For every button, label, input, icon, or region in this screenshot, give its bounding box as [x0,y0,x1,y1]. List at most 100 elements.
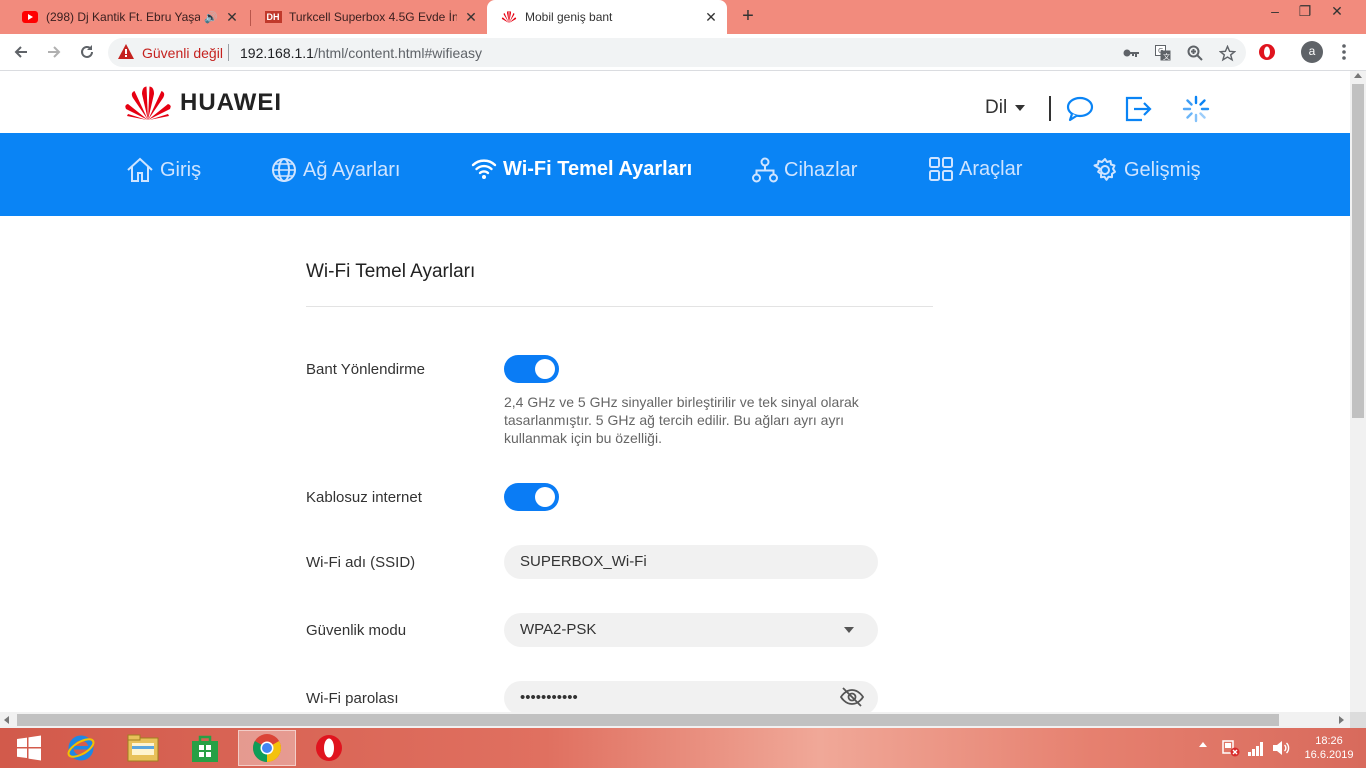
loading-spinner-icon [1182,95,1210,128]
huawei-flower-icon [125,86,171,120]
hide-password-icon[interactable] [839,687,865,711]
scrollbar-corner [1350,712,1366,728]
nav-ag-ayarlari[interactable]: Ağ Ayarları [271,157,400,183]
wireless-internet-toggle[interactable] [504,483,559,511]
home-icon [127,157,153,182]
chrome-icon [253,734,281,762]
security-mode-label: Güvenlik modu [306,622,407,639]
huawei-icon [501,9,517,25]
chat-icon[interactable] [1066,96,1094,127]
volume-icon[interactable] [1272,740,1290,761]
opera-button[interactable] [300,730,358,766]
header-divider [1049,96,1051,121]
logout-icon[interactable] [1124,96,1152,127]
nav-label: Cihazlar [784,158,858,181]
tab-title: Mobil geniş bant [525,10,613,24]
huawei-logo[interactable]: HUAWEI [124,85,282,121]
nav-label: Wi-Fi Temel Ayarları [503,157,693,180]
windows-taskbar: 18:26 16.6.2019 [0,728,1366,768]
svg-text:文: 文 [1163,52,1170,61]
internet-explorer-icon [67,735,95,761]
show-hidden-icons-icon[interactable] [1199,742,1207,747]
minimize-button[interactable]: – [1260,0,1290,22]
url-text[interactable]: 192.168.1.1/html/content.html#wifieasy [240,45,482,61]
wifi-password-input[interactable]: ••••••••••• [504,681,878,712]
band-steering-toggle[interactable] [504,355,559,383]
nav-gelismis[interactable]: Gelişmiş [1092,157,1201,183]
caret-down-icon [1015,104,1026,111]
ssid-input[interactable]: SUPERBOX_Wi-Fi [504,545,878,579]
profile-avatar[interactable]: a [1300,40,1324,64]
clock-date: 16.6.2019 [1304,749,1354,761]
devices-icon [752,157,778,183]
vertical-scrollbar[interactable] [1350,71,1366,712]
wireless-internet-label: Kablosuz internet [306,489,422,506]
avatar-initial: a [1301,41,1323,63]
wifi-password-label: Wi-Fi parolası [306,690,399,707]
band-steering-description: 2,4 GHz ve 5 GHz sinyaller birleştirilir… [504,394,859,446]
security-label[interactable]: Güvenli değil [142,45,223,61]
network-status-icon[interactable] [1222,739,1240,762]
scroll-right-arrow-icon[interactable] [1339,716,1344,724]
forward-arrow-icon [48,46,61,58]
security-mode-select[interactable]: WPA2-PSK [504,613,878,647]
chrome-button[interactable] [238,730,296,766]
address-bar[interactable]: Güvenli değil 192.168.1.1/html/content.h… [108,38,1246,67]
wifi-password-value: ••••••••••• [520,689,578,706]
bookmark-star-icon[interactable] [1218,44,1236,62]
omnibox-divider [228,44,229,61]
key-icon[interactable] [1122,44,1140,62]
nav-araclar[interactable]: Araçlar [929,157,1022,181]
menu-icon[interactable] [1332,40,1356,64]
title-divider [306,306,933,307]
language-dropdown[interactable]: Dil [985,97,1026,119]
horizontal-scroll-thumb[interactable] [17,714,1279,726]
horizontal-scrollbar[interactable] [0,712,1350,728]
close-tab-icon[interactable]: ✕ [463,9,479,25]
signal-strength-icon[interactable] [1247,740,1265,761]
translate-icon[interactable]: G文 [1154,44,1172,62]
back-arrow-icon [14,46,27,58]
close-tab-icon[interactable]: ✕ [703,9,719,25]
forward-button[interactable] [42,40,66,64]
opera-extension-icon[interactable] [1255,40,1279,64]
toggle-knob [535,359,555,379]
new-tab-button[interactable]: + [737,6,759,28]
nav-cihazlar[interactable]: Cihazlar [752,157,857,183]
close-window-button[interactable]: ✕ [1322,0,1352,22]
band-steering-label: Bant Yönlendirme [306,361,425,378]
folder-icon [127,734,159,762]
brand-wordmark: HUAWEI [180,89,282,116]
system-clock[interactable]: 18:26 16.6.2019 [1296,734,1362,762]
vertical-scroll-thumb[interactable] [1352,84,1364,418]
page-viewport: HUAWEI Dil Giriş Ağ Ayarları Wi-Fi Temel… [0,71,1350,712]
reload-button[interactable] [75,40,99,64]
file-explorer-button[interactable] [114,730,172,766]
scroll-up-arrow-icon[interactable] [1354,73,1362,78]
speaker-icon[interactable]: 🔊 [204,11,218,24]
maximize-button[interactable]: ❐ [1290,0,1320,22]
nav-label: Ağ Ayarları [303,158,401,181]
tab-youtube[interactable]: (298) Dj Kantik Ft. Ebru Yaşar 🔊 ✕ [8,0,248,34]
nav-wifi-temel-ayarlari[interactable]: Wi-Fi Temel Ayarları [471,157,692,181]
opera-icon [316,735,342,761]
store-button[interactable] [176,730,234,766]
tab-turkcell[interactable]: DH Turkcell Superbox 4.5G Evde İnte ✕ [251,0,487,34]
clock-time: 18:26 [1315,735,1343,747]
tools-icon [929,157,953,181]
internet-explorer-button[interactable] [52,730,110,766]
start-button[interactable] [0,730,58,766]
page-title: Wi-Fi Temel Ayarları [306,261,476,282]
tab-mobil-genis-bant[interactable]: Mobil geniş bant ✕ [487,0,727,34]
warning-icon[interactable] [118,44,134,64]
scroll-left-arrow-icon[interactable] [4,716,9,724]
nav-giris[interactable]: Giriş [126,157,201,183]
youtube-icon [22,9,38,25]
url-path: /html/content.html#wifieasy [313,45,483,61]
ssid-label: Wi-Fi adı (SSID) [306,554,416,571]
back-button[interactable] [9,40,33,64]
zoom-icon[interactable] [1186,44,1204,62]
main-navigation: Giriş Ağ Ayarları Wi-Fi Temel Ayarları C… [0,133,1350,216]
url-host: 192.168.1.1 [240,45,314,61]
close-tab-icon[interactable]: ✕ [224,9,240,25]
